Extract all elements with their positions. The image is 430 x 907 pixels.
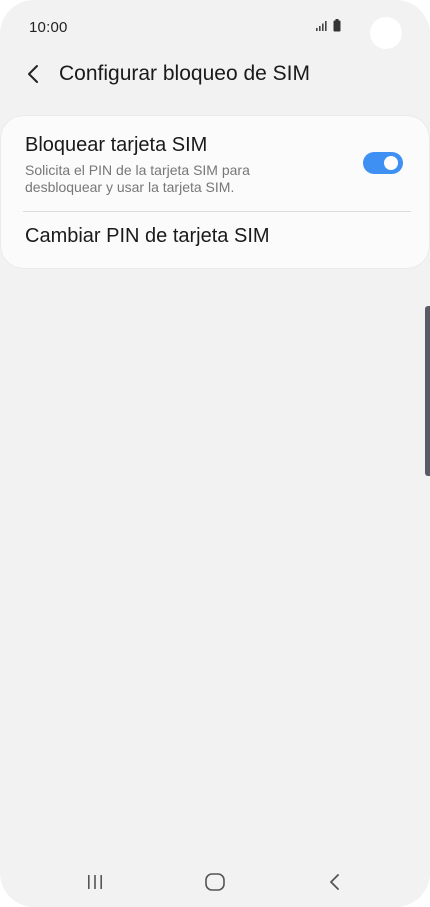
lock-sim-toggle[interactable] bbox=[363, 152, 403, 174]
app-bar: Configurar bloqueo de SIM bbox=[0, 56, 430, 96]
lock-sim-description: Solicita el PIN de la tarjeta SIM para d… bbox=[25, 162, 250, 195]
change-sim-pin-row[interactable]: Cambiar PIN de tarjeta SIM bbox=[1, 212, 429, 268]
chevron-left-icon[interactable] bbox=[24, 62, 44, 86]
settings-card: Bloquear tarjeta SIM Solicita el PIN de … bbox=[1, 116, 429, 268]
home-icon[interactable] bbox=[204, 872, 226, 892]
battery-icon bbox=[333, 19, 341, 32]
page-title: Configurar bloqueo de SIM bbox=[59, 62, 310, 85]
toggle-thumb bbox=[382, 154, 400, 172]
recent-apps-icon[interactable] bbox=[85, 874, 105, 890]
phone-screen: 10:00 Configurar bloqueo de SIM Bloquear… bbox=[0, 0, 430, 907]
lock-sim-row[interactable]: Bloquear tarjeta SIM Solicita el PIN de … bbox=[1, 116, 429, 211]
scroll-handle[interactable] bbox=[425, 306, 430, 476]
lock-sim-title: Bloquear tarjeta SIM bbox=[25, 134, 208, 156]
navigation-bar bbox=[0, 856, 430, 907]
status-time: 10:00 bbox=[29, 19, 68, 36]
change-sim-pin-title: Cambiar PIN de tarjeta SIM bbox=[25, 225, 270, 247]
status-bar: 10:00 bbox=[0, 0, 430, 56]
back-icon[interactable] bbox=[326, 872, 344, 892]
signal-icon bbox=[316, 21, 327, 31]
camera-cutout bbox=[370, 17, 402, 49]
